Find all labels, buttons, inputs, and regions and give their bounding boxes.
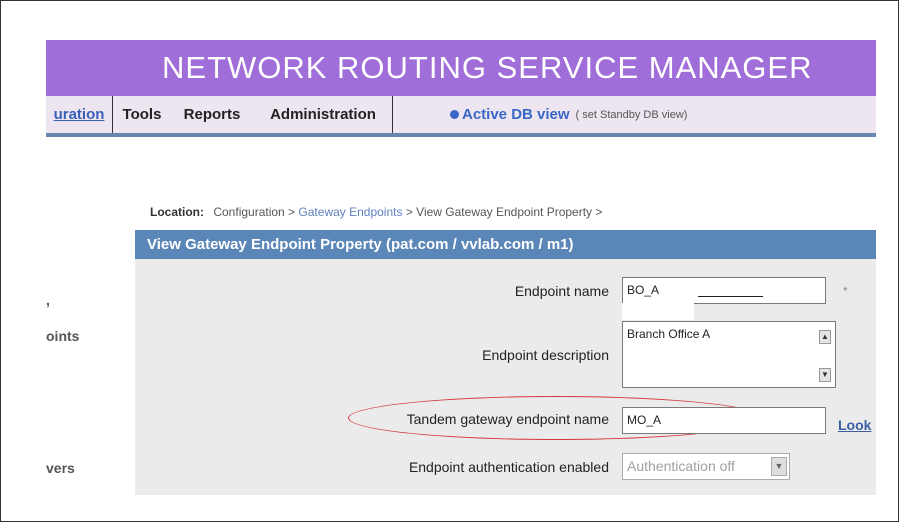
sidebar-item-fragment[interactable]: , [46, 292, 50, 308]
scroll-up-arrow-icon[interactable]: ▲ [819, 330, 831, 344]
endpoint-description-value: Branch Office A [627, 327, 711, 341]
tab-configuration[interactable]: uration [46, 96, 113, 133]
tandem-gateway-endpoint-name-field[interactable]: MO_A [622, 407, 826, 434]
tab-administration[interactable]: Administration [254, 96, 393, 133]
breadcrumb: Location: Configuration > Gateway Endpoi… [150, 205, 602, 219]
endpoint-authentication-label: Endpoint authentication enabled [408, 459, 609, 475]
endpoint-description-label: Endpoint description [482, 347, 609, 363]
active-db-view-label: Active DB view [462, 106, 570, 123]
endpoint-name-value: BO_A [627, 283, 660, 297]
bullet-dot-icon [450, 110, 459, 119]
lookup-link[interactable]: Look [838, 417, 871, 433]
endpoint-authentication-value: Authentication off [627, 458, 735, 474]
menu-bar: uration Tools Reports Administration Act… [46, 96, 876, 137]
required-marker: * [843, 284, 848, 298]
endpoint-name-label: Endpoint name [514, 283, 609, 299]
tab-reports[interactable]: Reports [170, 96, 255, 133]
tandem-gateway-endpoint-name-label: Tandem gateway endpoint name [406, 411, 609, 427]
app-banner: NETWORK ROUTING SERVICE MANAGER [46, 40, 876, 96]
scroll-down-arrow-icon[interactable]: ▼ [819, 368, 831, 382]
app-title: NETWORK ROUTING SERVICE MANAGER [162, 50, 813, 85]
location-label: Location: [150, 205, 204, 219]
breadcrumb-configuration: Configuration > [213, 205, 296, 219]
text-underline [698, 296, 763, 297]
breadcrumb-current: > View Gateway Endpoint Property > [405, 205, 603, 219]
menu-separator [46, 133, 876, 137]
blank-overlay [622, 303, 694, 320]
dropdown-arrow-icon[interactable]: ▼ [771, 457, 787, 476]
tandem-gateway-endpoint-name-value: MO_A [627, 413, 662, 427]
set-standby-db-view-link[interactable]: ( set Standby DB view) [576, 109, 688, 121]
sidebar-item-endpoints[interactable]: oints [46, 328, 79, 344]
sidebar-item-servers[interactable]: vers [46, 460, 75, 476]
panel-title: View Gateway Endpoint Property (pat.com … [135, 230, 876, 259]
breadcrumb-gateway-endpoints-link[interactable]: Gateway Endpoints [298, 205, 402, 219]
endpoint-description-textarea[interactable]: Branch Office A ▲ ▼ [622, 321, 836, 388]
db-view-indicator: Active DB view ( set Standby DB view) [450, 106, 687, 123]
endpoint-name-field[interactable]: BO_A [622, 277, 826, 304]
tab-tools[interactable]: Tools [112, 96, 172, 133]
endpoint-authentication-select[interactable]: Authentication off ▼ [622, 453, 790, 480]
